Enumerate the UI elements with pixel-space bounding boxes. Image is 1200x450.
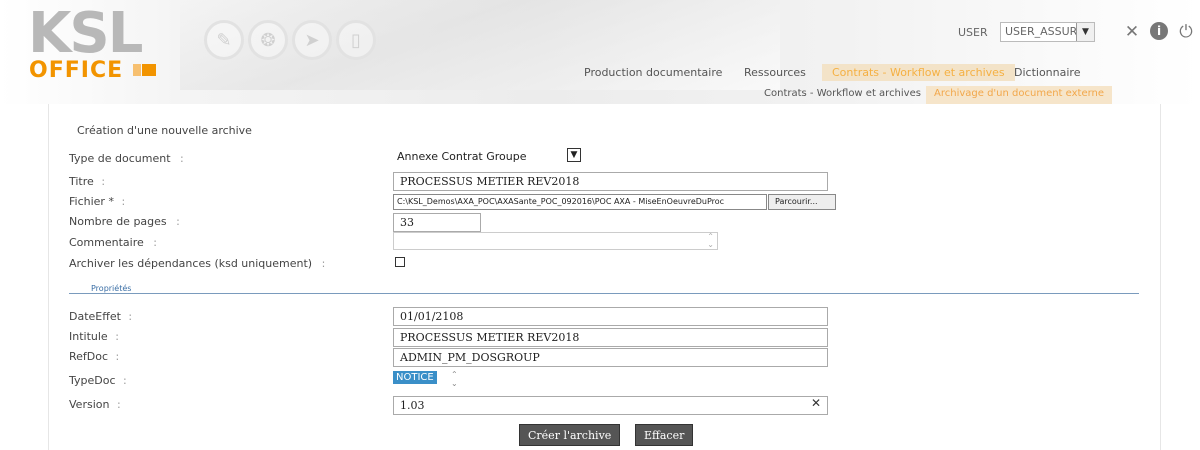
label-colon: : — [115, 350, 120, 363]
send-icon: ➤ — [292, 20, 332, 60]
typedoc-label-text: TypeDoc — [69, 374, 116, 387]
nav-dictionnaire[interactable]: Dictionnaire — [1004, 64, 1090, 81]
refdoc-label: RefDoc : — [69, 350, 119, 363]
clear-icon[interactable]: ✕ — [811, 396, 821, 410]
date-effet-label: DateEffet : — [69, 310, 132, 323]
label-colon: : — [128, 310, 133, 323]
power-icon[interactable]: ⏻ — [1176, 22, 1196, 42]
dependances-label-text: Archiver les dépendances (ksd uniquement… — [69, 257, 313, 270]
logo-mark-light — [133, 64, 141, 76]
version-label: Version : — [69, 398, 121, 411]
label-colon: : — [115, 330, 119, 343]
commentaire-label-text: Commentaire — [69, 236, 144, 249]
version-label-text: Version — [69, 398, 110, 411]
fichier-path-input[interactable]: C:\KSL_Demos\AXA_POC\AXASante_POC_092016… — [393, 194, 767, 210]
document-icon: ▯ — [336, 20, 376, 60]
typedoc-label: TypeDoc : — [69, 374, 127, 387]
section-divider — [69, 293, 1139, 294]
header-decorative-icons: ✎ ❂ ➤ ▯ — [204, 20, 376, 80]
commentaire-label: Commentaire : — [69, 236, 157, 249]
type-document-value: Annexe Contrat Groupe — [397, 150, 527, 163]
nav-production-documentaire[interactable]: Production documentaire — [574, 64, 732, 81]
fichier-label: Fichier * : — [69, 195, 125, 208]
date-effet-label-text: DateEffet — [69, 310, 121, 323]
proprietes-section-link[interactable]: Propriétés — [91, 284, 131, 293]
type-document-label: Type de document : — [69, 152, 184, 165]
intitule-label-text: Intitule — [69, 330, 108, 343]
label-colon: : — [123, 374, 127, 387]
label-colon: : — [176, 215, 180, 228]
titre-label-text: Titre — [69, 175, 94, 188]
user-label: USER — [958, 26, 988, 39]
spinner-icon[interactable]: ⌃ ⌄ — [451, 370, 458, 388]
chevron-down-icon: ▼ — [567, 148, 581, 162]
label-colon: : — [116, 398, 121, 411]
archive-form-panel: Création d'une nouvelle archive Type de … — [48, 104, 1161, 450]
refdoc-label-text: RefDoc — [69, 350, 109, 363]
user-select-value: USER_ASSURA — [1005, 25, 1085, 38]
logo-office: OFFICE — [29, 58, 124, 83]
date-effet-input[interactable]: 01/01/2108 — [393, 307, 828, 326]
app-header: KSL OFFICE ✎ ❂ ➤ ▯ USER USER_ASSURA ▼ ✕ … — [0, 0, 1200, 104]
commentaire-textarea[interactable]: ⌃ ⌄ — [393, 232, 718, 250]
form-title: Création d'une nouvelle archive — [77, 124, 252, 137]
nav-ressources[interactable]: Ressources — [734, 64, 816, 81]
nav-contrats-workflow[interactable]: Contrats - Workflow et archives — [822, 64, 1015, 81]
user-select[interactable]: USER_ASSURA ▼ — [1000, 22, 1095, 42]
intitule-label: Intitule : — [69, 330, 119, 343]
version-input[interactable]: 1.03 — [393, 396, 828, 415]
label-colon: : — [121, 195, 126, 208]
type-document-select[interactable]: Annexe Contrat Groupe ▼ — [393, 148, 581, 167]
subnav-contrats-workflow[interactable]: Contrats - Workflow et archives — [756, 86, 929, 104]
subnav-archivage-externe[interactable]: Archivage d'un document externe — [926, 86, 1113, 104]
textarea-resize-icon: ⌃ ⌄ — [707, 232, 714, 249]
chevron-down-icon: ▼ — [1076, 23, 1094, 41]
dependances-label: Archiver les dépendances (ksd uniquement… — [69, 257, 325, 270]
fichier-label-text: Fichier * — [69, 195, 114, 208]
typedoc-select[interactable]: NOTICE — [393, 371, 437, 384]
dependances-checkbox[interactable] — [395, 257, 405, 267]
type-document-label-text: Type de document — [69, 152, 171, 165]
label-colon: : — [153, 236, 157, 249]
label-colon: : — [321, 257, 326, 270]
intitule-input[interactable]: PROCESSUS METIER REV2018 — [393, 328, 828, 347]
pages-input[interactable]: 33 — [393, 213, 481, 232]
titre-label: Titre : — [69, 175, 105, 188]
label-colon: : — [180, 152, 184, 165]
create-archive-button[interactable]: Créer l'archive — [519, 424, 621, 446]
refdoc-input[interactable]: ADMIN_PM_DOSGROUP — [393, 348, 828, 367]
pages-label-text: Nombre de pages — [69, 215, 167, 228]
clear-button[interactable]: Effacer — [635, 424, 694, 446]
palette-icon: ❂ — [248, 20, 288, 60]
titre-input[interactable]: PROCESSUS METIER REV2018 — [393, 172, 828, 191]
info-icon[interactable]: i — [1150, 22, 1168, 40]
tools-icon[interactable]: ✕ — [1122, 22, 1142, 42]
label-colon: : — [101, 175, 106, 188]
edit-icon: ✎ — [204, 20, 244, 60]
pages-label: Nombre de pages : — [69, 215, 180, 228]
logo-ksl: KSL — [28, 1, 143, 66]
browse-button[interactable]: Parcourir... — [768, 194, 836, 210]
logo-mark — [142, 64, 156, 76]
